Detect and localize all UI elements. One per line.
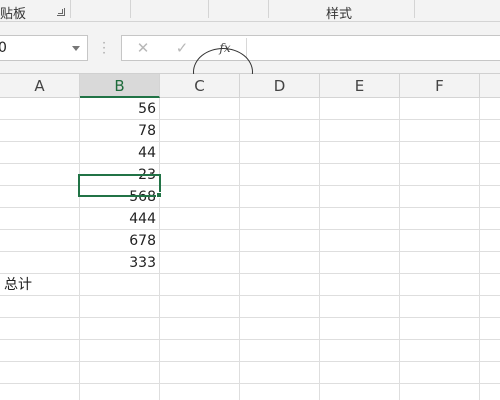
column-header-a[interactable]: A: [0, 74, 80, 98]
row-gridline: [0, 251, 500, 252]
group-divider: [208, 0, 209, 18]
cell-b1[interactable]: 56: [80, 98, 160, 120]
group-divider: [268, 0, 269, 18]
formula-bar-area: 0 · · · ✕ ✓ fx: [0, 22, 500, 96]
dialog-launcher-icon[interactable]: [57, 8, 65, 16]
row-gridline: [0, 339, 500, 340]
styles-group-label: 样式: [326, 7, 353, 22]
column-gridline: [479, 98, 480, 400]
column-header-f[interactable]: F: [400, 74, 480, 98]
row-gridline: [0, 119, 500, 120]
total-label-cell[interactable]: 总计: [4, 274, 80, 296]
fill-handle[interactable]: [156, 192, 162, 198]
ribbon-group-strip: 贴板 样式: [0, 0, 500, 22]
name-box-value: 0: [0, 40, 7, 56]
column-header-b[interactable]: B: [80, 74, 160, 98]
row-gridline: [0, 163, 500, 164]
row-gridline: [0, 361, 500, 362]
spreadsheet-grid[interactable]: 56 78 44 23 568 444 678 333 总计: [0, 98, 500, 400]
more-options-icon[interactable]: · · ·: [102, 37, 106, 59]
formula-divider: [246, 38, 247, 58]
column-gridline: [399, 98, 400, 400]
cell-b7[interactable]: 678: [80, 230, 160, 252]
active-cell-b9[interactable]: [78, 174, 161, 197]
group-divider: [414, 0, 415, 18]
cell-b8[interactable]: 333: [80, 252, 160, 274]
row-gridline: [0, 185, 500, 186]
cell-b6[interactable]: 444: [80, 208, 160, 230]
column-header-d[interactable]: D: [240, 74, 320, 98]
enter-icon[interactable]: ✓: [172, 36, 192, 60]
column-gridline: [239, 98, 240, 400]
column-header-e[interactable]: E: [320, 74, 400, 98]
clipboard-group-label: 贴板: [0, 7, 27, 22]
row-gridline: [0, 141, 500, 142]
row-gridline: [0, 229, 500, 230]
column-gridline: [319, 98, 320, 400]
column-header-g[interactable]: [480, 74, 500, 98]
cell-b3[interactable]: 44: [80, 142, 160, 164]
row-gridline: [0, 383, 500, 384]
formula-bar: ✕ ✓ fx: [121, 35, 500, 61]
group-divider: [130, 0, 131, 18]
cancel-icon[interactable]: ✕: [133, 36, 153, 60]
name-box[interactable]: 0: [0, 35, 88, 61]
row-gridline: [0, 207, 500, 208]
cell-b2[interactable]: 78: [80, 120, 160, 142]
column-header-c[interactable]: C: [160, 74, 240, 98]
chevron-down-icon[interactable]: [72, 46, 80, 51]
row-gridline: [0, 317, 500, 318]
group-divider: [70, 0, 71, 18]
